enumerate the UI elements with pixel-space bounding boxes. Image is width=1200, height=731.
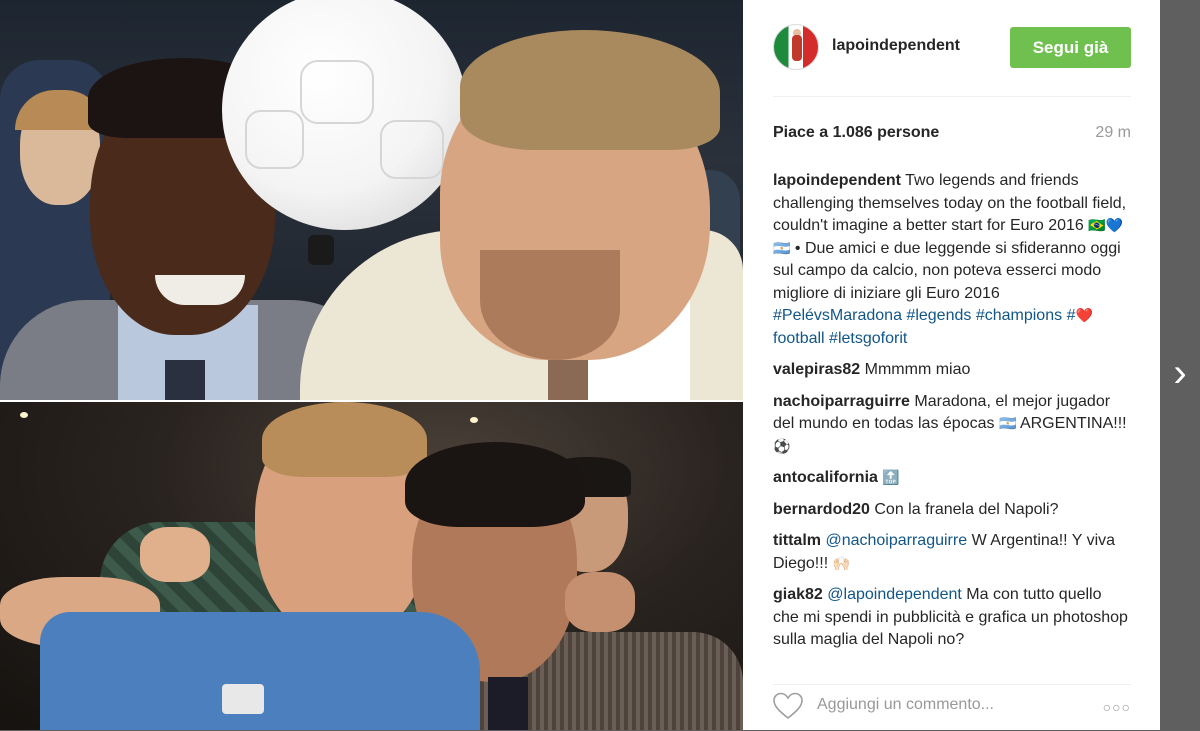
add-comment-input[interactable]: Aggiungi un commento... [817,696,994,714]
hashtag-letsgoforit[interactable]: #letsgoforit [829,330,907,347]
likes-row: Piace a 1.086 persone 29 m [773,124,1131,146]
comment-text: Con la franela del Napoli? [874,500,1059,518]
heart-outline-icon[interactable] [773,692,803,720]
comment-mention[interactable]: @lapoindependent [827,586,962,603]
hashtag-champions[interactable]: #champions [976,307,1062,324]
comment-text: Mmmmm miao [864,361,971,378]
likes-count[interactable]: Piace a 1.086 persone [773,124,939,142]
comment-username[interactable]: tittalm [773,532,821,549]
comment-username[interactable]: bernardod20 [773,501,870,518]
photo-bottom-panel [0,402,743,730]
comment-mention[interactable]: @nachoiparraguirre [825,532,967,549]
avatar-figure [792,35,802,61]
hashtag-legends[interactable]: #legends [906,307,971,324]
caption-text-italian: • Due amici e due leggende si sfideranno… [773,239,1121,302]
hashtag-pele-vs-maradona[interactable]: #PelévsMaradona [773,307,902,324]
follow-button[interactable]: Segui già [1010,27,1131,68]
comment-item: tittalm @nachoiparraguirre W Argentina!!… [773,530,1131,575]
comment-text-2: ARGENTINA!!! [1019,415,1127,432]
comment-item: bernardod20 Con la franela del Napoli? [773,499,1131,522]
football-icon: ⚽ [773,438,791,455]
top-icon: 🔝 [882,470,900,486]
comments-list[interactable]: lapoindependent Two legends and friends … [773,170,1131,664]
heart-icon: ❤️ [1075,308,1093,324]
hashtag-word: football [773,329,825,347]
more-options-icon[interactable]: ○○○ [1103,699,1131,715]
comment-username[interactable]: valepiras82 [773,361,860,378]
post-time[interactable]: 29 m [1095,124,1131,142]
caption: lapoindependent Two legends and friends … [773,170,1131,350]
avatar[interactable] [773,24,819,70]
photo-top-panel [0,0,743,400]
post-sidebar: lapoindependent Segui già Piace a 1.086 … [743,0,1160,730]
post-header: lapoindependent Segui già [773,24,1131,97]
comment-item: valepiras82 Mmmmm miao [773,359,1131,382]
comment-item: antocalifornia 🔝 [773,467,1131,490]
comment-item: giak82 @lapoindependent Ma con tutto que… [773,584,1131,652]
comment-username[interactable]: nachoiparraguirre [773,393,910,410]
post-username[interactable]: lapoindependent [832,37,960,55]
comment-username[interactable]: antocalifornia [773,469,878,486]
comment-username[interactable]: giak82 [773,586,823,603]
comment-item: nachoiparraguirre Maradona, el mejor jug… [773,391,1131,459]
next-post-arrow-icon[interactable]: › [1160,343,1200,403]
post-photo[interactable] [0,0,743,730]
comment-footer: Aggiungi un commento... ○○○ [773,684,1131,731]
caption-username[interactable]: lapoindependent [773,172,901,189]
flag-emoji: 🇦🇷 [998,416,1017,432]
raised-hands-icon: 🙌🏻 [832,555,851,572]
